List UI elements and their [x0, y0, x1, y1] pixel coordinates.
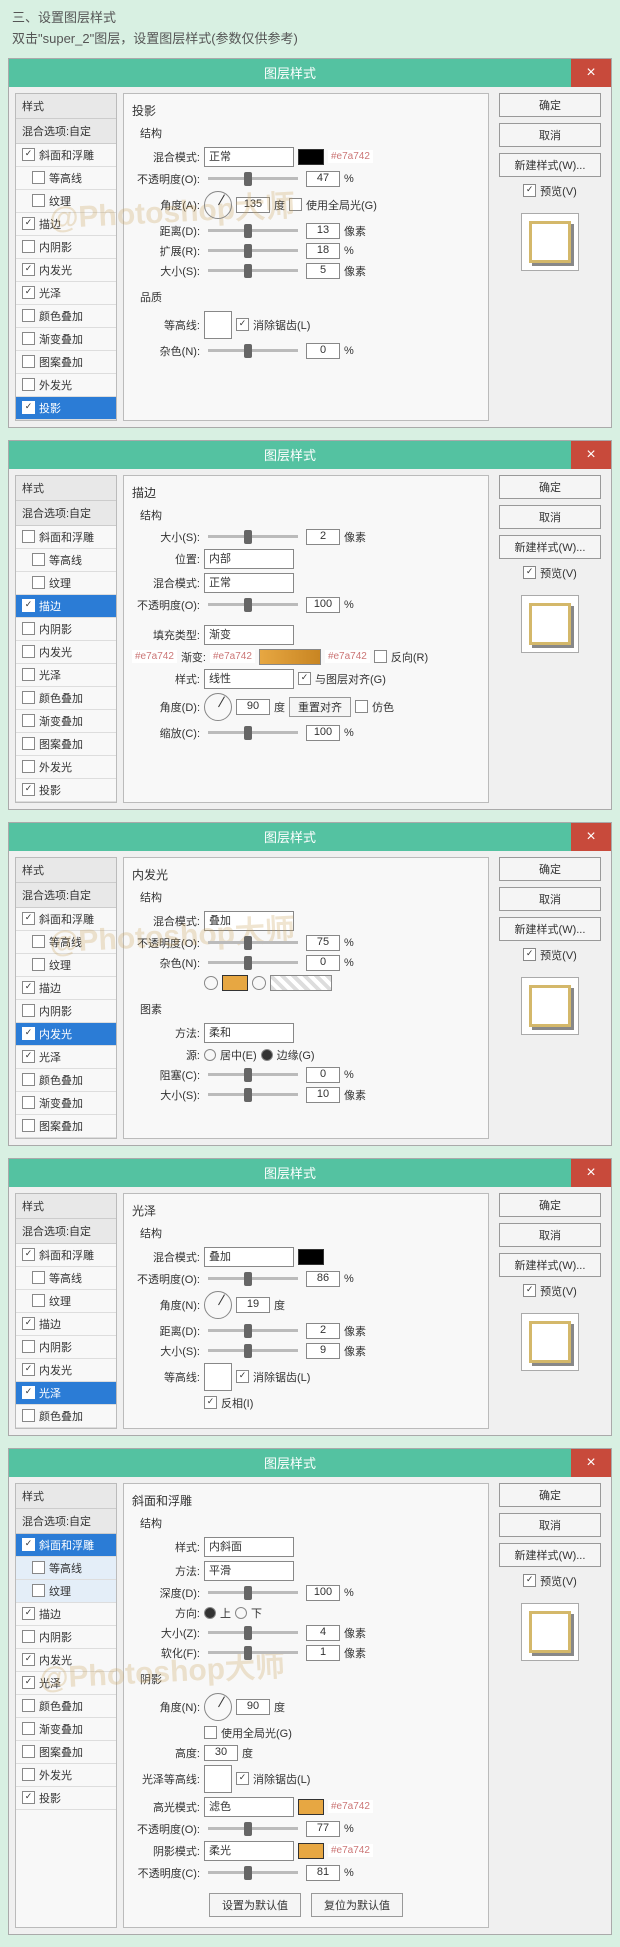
style-list: 样式 混合选项:自定 ✓斜面和浮雕 等高线 纹理 ✓描边 内阴影 ✓内发光 ✓光…	[15, 93, 117, 421]
close-button[interactable]: ×	[571, 59, 611, 87]
color-swatch[interactable]	[298, 149, 324, 165]
preview-thumb	[521, 213, 579, 271]
ok-button[interactable]: 确定	[499, 93, 601, 117]
opacity-slider[interactable]	[208, 177, 298, 180]
dialog-drop-shadow: 图层样式× @Photoshop大师 样式 混合选项:自定 ✓斜面和浮雕 等高线…	[8, 58, 612, 428]
close-button[interactable]: ×	[571, 441, 611, 469]
angle-dial[interactable]	[204, 191, 232, 219]
item-stroke[interactable]: ✓描边	[16, 595, 116, 618]
dialog-bevel: 图层样式× @Photoshop大师 样式 混合选项:自定 ✓斜面和浮雕 等高线…	[8, 1448, 612, 1935]
dialog-satin: 图层样式× 样式 混合选项:自定 ✓斜面和浮雕 等高线 纹理 ✓描边 内阴影 ✓…	[8, 1158, 612, 1436]
contour-picker[interactable]	[204, 311, 232, 339]
new-style-button[interactable]: 新建样式(W)...	[499, 153, 601, 177]
intro-sub: 双击"super_2"图层，设置图层样式(参数仅供参考)	[12, 29, 608, 50]
intro-title: 三、设置图层样式	[12, 8, 608, 29]
gradient-picker[interactable]	[259, 649, 321, 665]
dialog-stroke: 图层样式× 样式 混合选项:自定 斜面和浮雕 等高线 纹理 ✓描边 内阴影 内发…	[8, 440, 612, 810]
item-bevel[interactable]: ✓斜面和浮雕	[16, 144, 116, 167]
dialog-inner-glow: 图层样式× @Photoshop大师 样式 混合选项:自定 ✓斜面和浮雕 等高线…	[8, 822, 612, 1146]
cancel-button[interactable]: 取消	[499, 123, 601, 147]
item-drop-shadow[interactable]: ✓投影	[16, 397, 116, 420]
blend-select[interactable]: 正常	[204, 147, 294, 167]
dialog-title: 图层样式	[9, 63, 571, 82]
